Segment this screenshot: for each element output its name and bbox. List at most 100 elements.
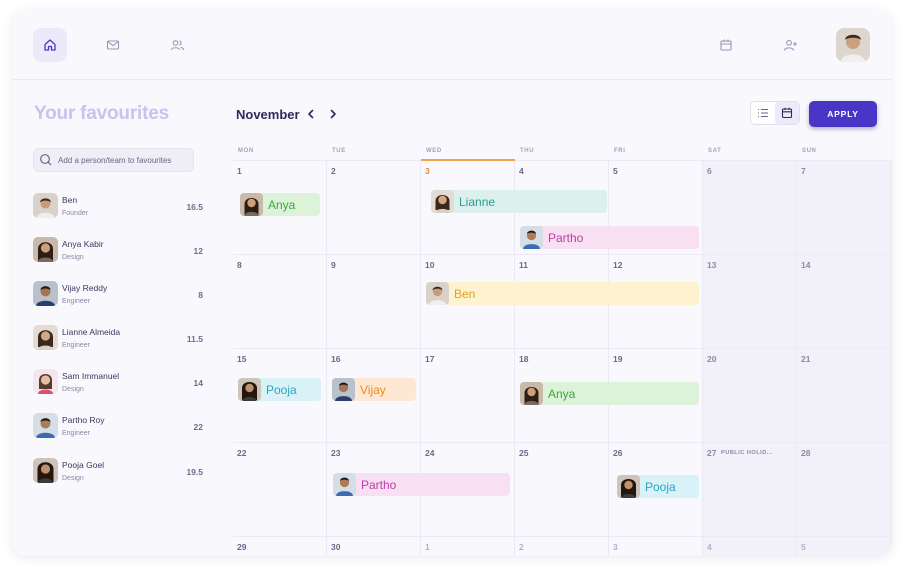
day-number: 22	[237, 448, 247, 458]
avatar	[33, 193, 58, 218]
day-number: 19	[613, 354, 623, 364]
app-window: Your favourites Ben Founder 16.5 Anya Ka…	[12, 10, 892, 556]
favourite-person[interactable]: Ben Founder 16.5	[33, 193, 203, 221]
day-cell-weekend[interactable]: 13	[703, 255, 797, 349]
day-number: 10	[425, 260, 435, 270]
day-cell-next-month[interactable]: 5	[797, 537, 892, 556]
calendar-event[interactable]: Pooja	[238, 378, 321, 401]
favourite-person[interactable]: Lianne Almeida Engineer 11.5	[33, 325, 203, 353]
favourite-person[interactable]: Sam Immanuel Design 14	[33, 369, 203, 397]
day-number: 9	[331, 260, 336, 270]
add-user-nav-button[interactable]	[773, 28, 807, 62]
day-cell[interactable]: 2	[327, 161, 421, 255]
calendar-event[interactable]: Partho	[520, 226, 699, 249]
favourites-search-input[interactable]	[58, 155, 188, 165]
day-number: 7	[801, 166, 806, 176]
day-cell-next-month[interactable]: 2	[515, 537, 609, 556]
calendar-event[interactable]: Anya	[240, 193, 320, 216]
avatar	[33, 237, 58, 262]
person-name: Anya Kabir	[62, 239, 104, 249]
person-role: Design	[62, 386, 84, 393]
day-number: 15	[237, 354, 247, 364]
day-number: 11	[519, 260, 528, 270]
person-name: Ben	[62, 195, 78, 205]
day-number: 17	[425, 354, 435, 364]
list-view-button[interactable]	[751, 102, 775, 124]
favourite-person[interactable]: Vijay Reddy Engineer 8	[33, 281, 203, 309]
next-month-button[interactable]	[326, 107, 340, 121]
day-number: 12	[613, 260, 623, 270]
person-name: Sam Immanuel	[62, 371, 120, 381]
calendar-event[interactable]: Vijay	[332, 378, 416, 401]
day-cell-weekend[interactable]: 20	[703, 349, 797, 443]
calendar-event[interactable]: Anya	[520, 382, 699, 405]
prev-month-button[interactable]	[304, 107, 318, 121]
day-cell-weekend[interactable]: 6	[703, 161, 797, 255]
event-label: Ben	[454, 286, 476, 301]
person-role: Design	[62, 475, 84, 482]
day-cell[interactable]: 17	[421, 349, 515, 443]
search-icon	[40, 154, 52, 166]
person-hours: 12	[193, 246, 203, 256]
day-number: 13	[707, 260, 717, 270]
day-number: 4	[707, 542, 712, 552]
mail-nav-button[interactable]	[96, 28, 130, 62]
chevron-right-icon	[330, 109, 336, 119]
day-cell[interactable]: 22	[233, 443, 327, 537]
favourite-person[interactable]: Partho Roy Engineer 22	[33, 413, 203, 441]
calendar-event[interactable]: Ben	[426, 282, 699, 305]
day-number: 4	[519, 166, 524, 176]
view-toggle	[750, 101, 800, 125]
avatar	[33, 458, 58, 483]
calendar-event[interactable]: Partho	[333, 473, 510, 496]
user-avatar[interactable]	[836, 28, 870, 62]
home-nav-button[interactable]	[33, 28, 67, 62]
holiday-label: PUBLIC HOLID...	[721, 450, 773, 456]
avatar	[238, 378, 261, 401]
day-cell-weekend[interactable]: 14	[797, 255, 892, 349]
day-number: 18	[519, 354, 529, 364]
day-cell-next-month[interactable]: 3	[609, 537, 703, 556]
day-cell[interactable]: 29	[233, 537, 327, 556]
calendar-nav-button[interactable]	[709, 28, 743, 62]
day-cell[interactable]: 30	[327, 537, 421, 556]
day-cell-weekend[interactable]: 7	[797, 161, 892, 255]
calendar-event[interactable]: Pooja	[617, 475, 699, 498]
calendar-event[interactable]: Lianne	[431, 190, 607, 213]
day-cell[interactable]: 8	[233, 255, 327, 349]
event-label: Lianne	[459, 194, 496, 209]
person-name: Partho Roy	[62, 415, 105, 425]
day-cell-next-month[interactable]: 4	[703, 537, 797, 556]
calendar-view-button[interactable]	[775, 102, 799, 124]
month-title: November	[236, 107, 300, 122]
favourite-person[interactable]: Anya Kabir Design 12	[33, 237, 203, 265]
avatar	[617, 475, 640, 498]
weekday-header: SAT	[708, 148, 722, 154]
event-label: Anya	[548, 386, 576, 401]
chevron-left-icon	[308, 109, 314, 119]
day-cell-holiday[interactable]: 27 PUBLIC HOLID...	[703, 443, 797, 537]
day-number: 21	[801, 354, 811, 364]
person-hours: 22	[193, 422, 203, 432]
event-label: Pooja	[645, 479, 676, 494]
day-number: 3	[425, 166, 430, 176]
person-role: Engineer	[62, 298, 91, 305]
day-number: 27	[707, 448, 717, 458]
apply-button[interactable]: APPLY	[809, 101, 877, 127]
day-cell-weekend[interactable]: 28	[797, 443, 892, 537]
day-cell-weekend[interactable]: 21	[797, 349, 892, 443]
day-cell-next-month[interactable]: 1	[421, 537, 515, 556]
day-number: 8	[237, 260, 242, 270]
day-number: 2	[331, 166, 336, 176]
day-number: 5	[801, 542, 806, 552]
favourite-person[interactable]: Pooja Goel Design 19.5	[33, 458, 203, 486]
team-nav-button[interactable]	[160, 28, 194, 62]
favourites-search[interactable]	[33, 148, 194, 172]
day-cell[interactable]: 9	[327, 255, 421, 349]
avatar	[520, 226, 543, 249]
event-label: Partho	[361, 477, 397, 492]
avatar	[33, 413, 58, 438]
person-role: Founder	[62, 210, 89, 217]
day-number: 20	[707, 354, 717, 364]
day-cell[interactable]: 25	[515, 443, 609, 537]
